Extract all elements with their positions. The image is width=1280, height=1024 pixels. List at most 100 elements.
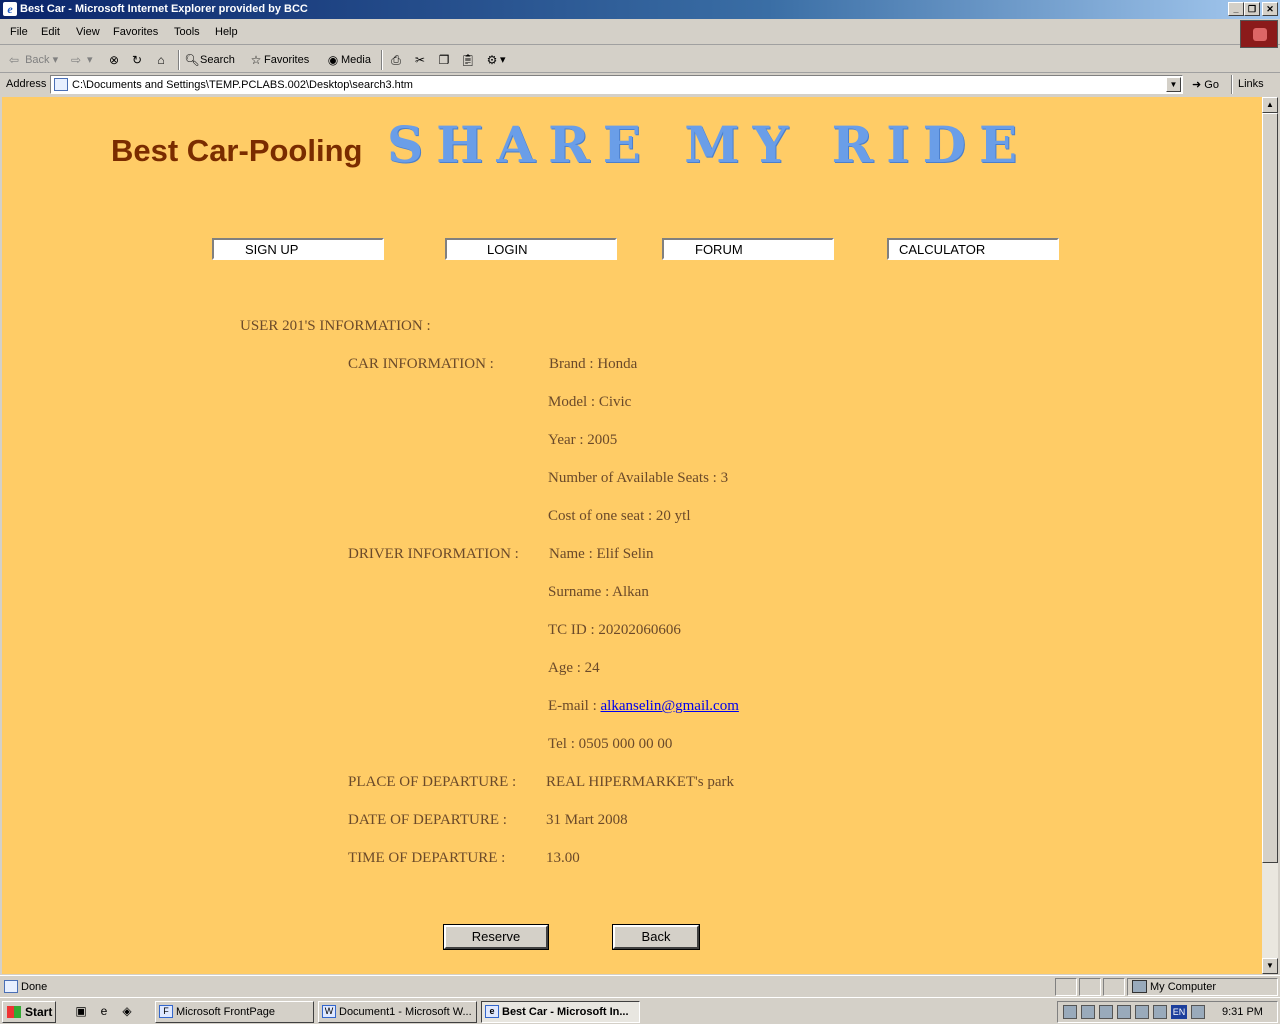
ie-icon: e	[3, 2, 17, 16]
tray-app-icon[interactable]	[1153, 1005, 1167, 1019]
network-icon[interactable]	[1081, 1005, 1095, 1019]
restore-button[interactable]: ❐	[1244, 2, 1260, 16]
refresh-icon: ↻	[131, 53, 143, 67]
tray-app-icon[interactable]	[1191, 1005, 1205, 1019]
driver-email-row: E-mail : alkanselin@gmail.com	[548, 698, 739, 715]
refresh-button[interactable]: ↻	[129, 53, 145, 67]
driver-name: Name : Elif Selin	[549, 546, 654, 562]
site-brand: Best Car-Pooling	[111, 133, 363, 168]
nav-forum[interactable]: FORUM	[662, 238, 834, 260]
driver-tc-id: TC ID : 20202060606	[548, 622, 681, 638]
go-arrow-icon: ➜	[1192, 79, 1202, 91]
printer-icon: ⎙	[391, 53, 401, 67]
start-button[interactable]: Start	[2, 1001, 56, 1023]
forward-button[interactable]: ⇨ ▾	[68, 53, 93, 67]
windows-flag-icon	[7, 1006, 21, 1018]
departure-place-value: REAL HIPERMARKET's park	[546, 774, 734, 790]
word-icon: W	[322, 1005, 336, 1018]
ie-icon: e	[485, 1005, 499, 1018]
menu-view[interactable]: View	[76, 26, 100, 38]
system-tray: EN 9:31 PM	[1057, 1001, 1278, 1023]
scroll-up-button[interactable]: ▲	[1262, 97, 1278, 113]
page-icon	[54, 78, 68, 91]
media-icon: ◉	[327, 53, 339, 67]
menu-tools[interactable]: Tools	[174, 26, 200, 38]
menu-help[interactable]: Help	[215, 26, 238, 38]
address-input[interactable]: C:\Documents and Settings\TEMP.PCLABS.00…	[50, 75, 1183, 94]
window-title-bar[interactable]: e Best Car - Microsoft Internet Explorer…	[0, 0, 1280, 19]
clock[interactable]: 9:31 PM	[1222, 1006, 1263, 1018]
go-button[interactable]: ➜ Go	[1192, 78, 1219, 91]
language-indicator[interactable]: EN	[1171, 1005, 1187, 1019]
back-arrow-icon: ⇦	[8, 53, 20, 68]
vertical-scrollbar[interactable]: ▲ ▼	[1262, 97, 1278, 974]
address-bar: Address C:\Documents and Settings\TEMP.P…	[0, 73, 1280, 96]
task-frontpage[interactable]: F Microsoft FrontPage	[155, 1001, 314, 1023]
my-computer-icon	[1132, 980, 1147, 993]
links-button[interactable]: Links	[1238, 78, 1264, 90]
back-page-button[interactable]: Back	[612, 924, 700, 950]
back-button[interactable]: ⇦ Back ▾	[6, 53, 58, 67]
home-icon: ⌂	[157, 53, 165, 67]
toolbar-separator	[178, 50, 180, 70]
departure-place-label: PLACE OF DEPARTURE :	[348, 774, 517, 790]
driver-email-label: E-mail :	[548, 698, 601, 714]
favorites-star-icon: ☆	[250, 53, 262, 67]
address-dropdown-button[interactable]: ▼	[1166, 77, 1181, 92]
departure-time-value: 13.00	[546, 850, 580, 866]
paste-button[interactable]: 📋︎	[460, 53, 476, 67]
menu-file[interactable]: File	[10, 26, 28, 38]
close-button[interactable]: ✕	[1262, 2, 1278, 16]
taskbar: Start ▣ e ◈ F Microsoft FrontPage W Docume…	[0, 997, 1280, 1024]
toolbar-separator	[381, 50, 383, 70]
print-button[interactable]: ⎙	[388, 53, 404, 67]
windows-logo-icon	[1240, 20, 1278, 48]
driver-age: Age : 24	[548, 660, 600, 676]
ie-quicklaunch-icon[interactable]: e	[96, 1004, 112, 1019]
page-done-icon	[4, 980, 18, 993]
task-ie-best-car[interactable]: e Best Car - Microsoft In...	[481, 1001, 640, 1023]
cut-button[interactable]: ✂	[412, 53, 428, 67]
favorites-button[interactable]: ☆ Favorites	[248, 53, 310, 67]
copy-button[interactable]: ❐	[436, 53, 452, 67]
volume-icon[interactable]	[1063, 1005, 1077, 1019]
frontpage-icon: F	[159, 1005, 173, 1018]
car-info-label: CAR INFORMATION :	[348, 356, 494, 372]
tray-app-icon[interactable]	[1117, 1005, 1131, 1019]
departure-date-value: 31 Mart 2008	[546, 812, 628, 828]
tray-app-icon[interactable]	[1099, 1005, 1113, 1019]
wrench-icon: ⚙	[486, 53, 498, 68]
car-model: Model : Civic	[548, 394, 632, 410]
search-button[interactable]: 🔍︎Search	[184, 53, 234, 67]
minimize-button[interactable]: _	[1228, 2, 1244, 16]
scroll-thumb[interactable]	[1262, 113, 1278, 863]
nav-signup[interactable]: SIGN UP	[212, 238, 384, 260]
stop-button[interactable]: ⊗	[106, 53, 122, 67]
nav-calculator[interactable]: CALCULATOR	[887, 238, 1059, 260]
site-tagline: SHARE MY RIDE	[387, 115, 1031, 174]
car-brand: Brand : Honda	[549, 356, 638, 372]
tools-dropdown-button[interactable]: ⚙ ▾	[484, 53, 506, 67]
status-bar: Done My Computer	[0, 975, 1280, 997]
menu-favorites[interactable]: Favorites	[113, 26, 158, 38]
menu-edit[interactable]: Edit	[41, 26, 60, 38]
links-separator	[1231, 75, 1233, 94]
departure-date-label: DATE OF DEPARTURE :	[348, 812, 507, 828]
reserve-button[interactable]: Reserve	[443, 924, 549, 950]
zone-text: My Computer	[1150, 981, 1217, 993]
media-button[interactable]: ◉ Media	[325, 53, 371, 67]
driver-email-link[interactable]: alkanselin@gmail.com	[601, 698, 739, 714]
nav-login[interactable]: LOGIN	[445, 238, 617, 260]
standard-toolbar: ⇦ Back ▾ ⇨ ▾ ⊗ ↻ ⌂ 🔍︎Search ☆ Favorites ◉…	[0, 46, 1280, 73]
driver-tel: Tel : 0505 000 00 00	[548, 736, 673, 752]
tray-app-icon[interactable]	[1135, 1005, 1149, 1019]
search-icon: 🔍︎	[184, 53, 200, 67]
scroll-down-button[interactable]: ▼	[1262, 958, 1278, 974]
task-word-document[interactable]: W Document1 - Microsoft W...	[318, 1001, 477, 1023]
car-seats: Number of Available Seats : 3	[548, 470, 729, 486]
forward-arrow-icon: ⇨	[70, 53, 82, 68]
quicklaunch-icon[interactable]: ◈	[119, 1004, 135, 1019]
car-seat-cost: Cost of one seat : 20 ytl	[548, 508, 691, 524]
home-button[interactable]: ⌂	[153, 53, 169, 67]
show-desktop-icon[interactable]: ▣	[73, 1004, 89, 1019]
